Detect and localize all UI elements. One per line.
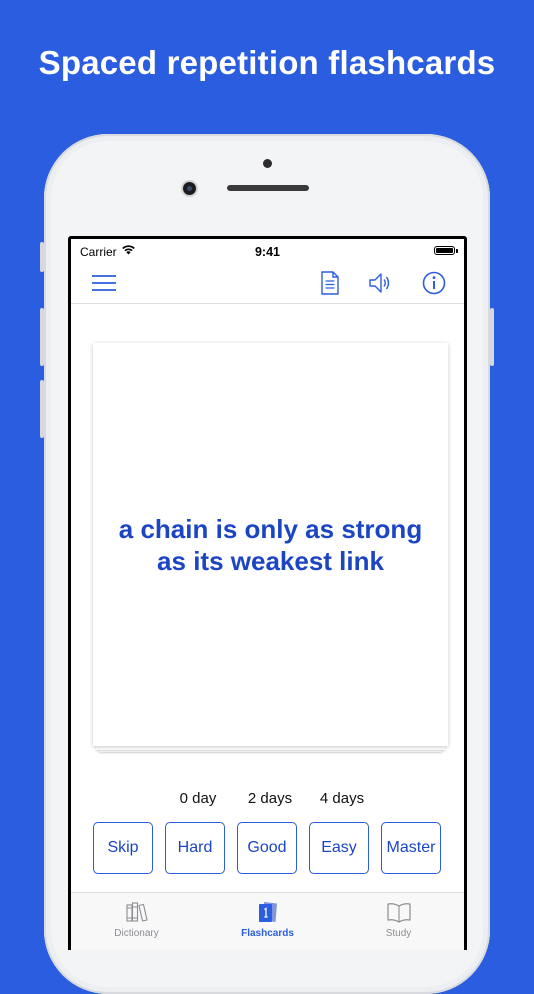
interval-good: 2 days (247, 790, 293, 807)
tab-flashcards[interactable]: Flashcards (202, 893, 333, 950)
headline: Spaced repetition flashcards (38, 44, 496, 81)
flashcards-icon (259, 902, 277, 922)
earpiece-speaker (227, 185, 309, 191)
battery-tip (456, 249, 458, 253)
interval-easy: 4 days (319, 790, 365, 807)
battery-icon (434, 246, 455, 255)
master-button[interactable]: Master (381, 822, 441, 874)
flashcard-phrase: a chain is only as strong as its weakest… (118, 513, 423, 576)
status-bar: Carrier 9:41 (71, 239, 464, 263)
tab-study[interactable]: Study (333, 893, 464, 950)
open-book-icon (387, 903, 411, 923)
easy-button[interactable]: Easy (309, 822, 369, 874)
phone-screen: Carrier 9:41 a chain is only as strong a… (68, 236, 467, 950)
tab-study-label: Study (385, 928, 412, 939)
status-time: 9:41 (254, 245, 281, 259)
books-icon (126, 902, 148, 922)
tab-bar: Dictionary Flashcards Study (71, 892, 464, 950)
interval-hard: 0 day (179, 790, 217, 807)
tab-flashcards-label: Flashcards (241, 928, 294, 939)
tab-dictionary-label: Dictionary (114, 928, 159, 939)
document-icon[interactable] (316, 269, 344, 297)
volume-down-button (40, 380, 44, 438)
rating-buttons: Skip Hard Good Easy Master (71, 822, 464, 874)
hard-button[interactable]: Hard (165, 822, 225, 874)
good-button[interactable]: Good (237, 822, 297, 874)
info-icon[interactable] (420, 269, 448, 297)
top-navigation-bar (71, 263, 464, 304)
front-camera (183, 182, 196, 195)
flashcard[interactable]: a chain is only as strong as its weakest… (93, 343, 448, 746)
tab-dictionary[interactable]: Dictionary (71, 893, 202, 950)
power-button (490, 308, 494, 366)
speaker-icon[interactable] (366, 269, 394, 297)
flashcard-stack: a chain is only as strong as its weakest… (93, 343, 448, 752)
skip-button[interactable]: Skip (93, 822, 153, 874)
mute-switch (40, 242, 44, 272)
menu-icon[interactable] (90, 269, 118, 297)
proximity-sensor (263, 159, 272, 168)
volume-up-button (40, 308, 44, 366)
interval-labels: 0 day 2 days 4 days (71, 790, 464, 810)
